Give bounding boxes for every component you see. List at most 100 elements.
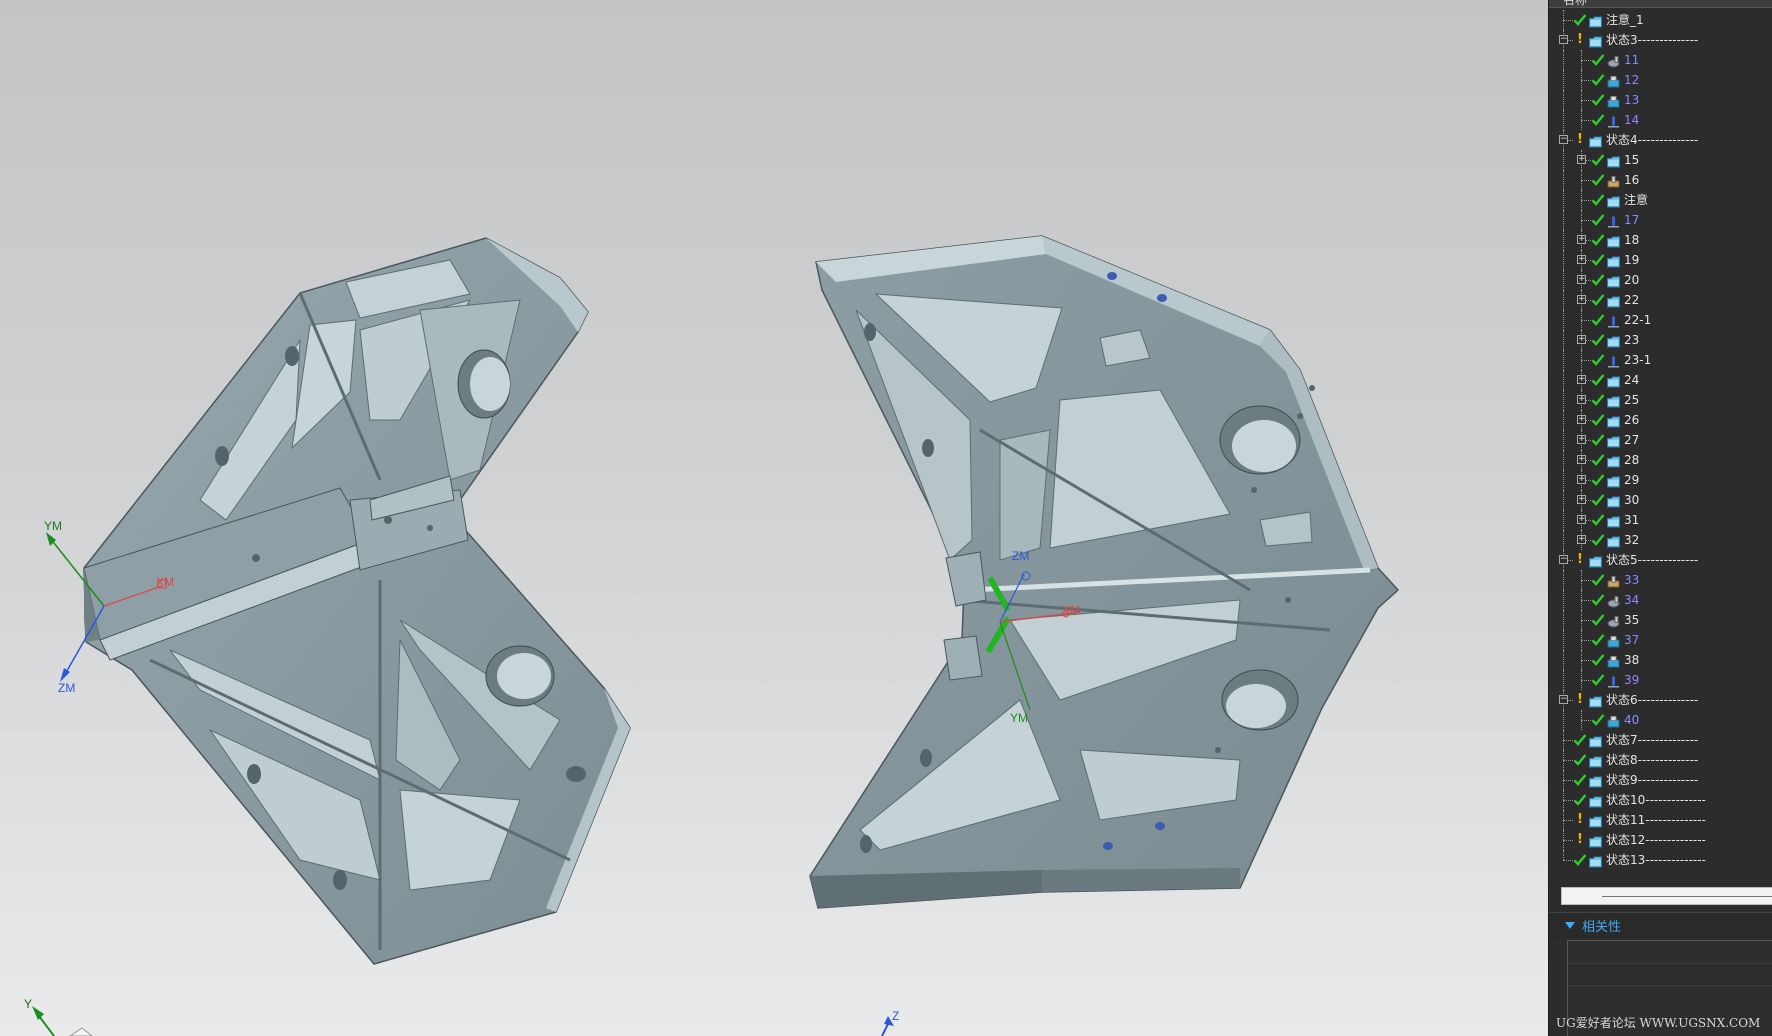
folder-icon	[1607, 294, 1620, 308]
tree-connector	[1581, 580, 1591, 581]
tool-op-icon	[1607, 574, 1620, 588]
tree-row[interactable]: 11	[1549, 50, 1772, 70]
tree-row[interactable]: +29	[1549, 470, 1772, 490]
operation-tree[interactable]: 注意_1 −! 状态3-------------- 11 12 13 14 −! 状态4----…	[1549, 10, 1772, 870]
collapse-triangle-icon[interactable]	[1565, 922, 1575, 929]
tree-row[interactable]: 34	[1549, 590, 1772, 610]
expand-icon[interactable]: +	[1577, 435, 1586, 444]
tree-item-label: 16	[1624, 173, 1640, 187]
tree-row[interactable]: 39	[1549, 670, 1772, 690]
tree-horizontal-scrollbar[interactable]	[1561, 887, 1772, 905]
check-status-icon	[1591, 53, 1605, 67]
tree-row[interactable]: +18	[1549, 230, 1772, 250]
tree-row[interactable]: 40	[1549, 710, 1772, 730]
collapse-icon[interactable]: −	[1559, 695, 1568, 704]
ym-axis-label: YM	[44, 519, 62, 533]
tree-row[interactable]: 38	[1549, 650, 1772, 670]
tree-connector	[1581, 220, 1591, 221]
expand-icon[interactable]: +	[1577, 475, 1586, 484]
expand-icon[interactable]: +	[1577, 375, 1586, 384]
model-scene[interactable]: YM XM ZM ZM XM YM Y Z	[0, 0, 1548, 1036]
machine-op-icon	[1607, 94, 1620, 108]
tree-connector	[1563, 780, 1573, 781]
tree-item-label: 40	[1624, 713, 1640, 727]
tree-row[interactable]: −! 状态3--------------	[1549, 30, 1772, 50]
tree-row[interactable]: 14	[1549, 110, 1772, 130]
expand-icon[interactable]: +	[1577, 515, 1586, 524]
tree-row[interactable]: ! 状态11--------------	[1549, 810, 1772, 830]
tree-connector	[1563, 610, 1564, 630]
check-status-icon	[1591, 613, 1605, 627]
expand-icon[interactable]: +	[1577, 395, 1586, 404]
check-status-icon	[1591, 213, 1605, 227]
expand-icon[interactable]: +	[1577, 415, 1586, 424]
tree-item-label: 29	[1624, 473, 1640, 487]
expand-icon[interactable]: +	[1577, 295, 1586, 304]
tree-row[interactable]: ! 状态12--------------	[1549, 830, 1772, 850]
triad-y-label: Y	[24, 997, 32, 1011]
tree-row[interactable]: 23-1	[1549, 350, 1772, 370]
check-status-icon	[1591, 173, 1605, 187]
tree-row[interactable]: +31	[1549, 510, 1772, 530]
tree-row[interactable]: +28	[1549, 450, 1772, 470]
tree-row[interactable]: 状态8--------------	[1549, 750, 1772, 770]
tree-row[interactable]: 状态13--------------	[1549, 850, 1772, 870]
tree-connector	[1581, 170, 1582, 190]
expand-icon[interactable]: +	[1577, 535, 1586, 544]
tree-row[interactable]: 状态9--------------	[1549, 770, 1772, 790]
collapse-icon[interactable]: −	[1559, 555, 1568, 564]
tree-row[interactable]: +30	[1549, 490, 1772, 510]
tree-connector	[1563, 800, 1573, 801]
tree-row[interactable]: −! 状态6--------------	[1549, 690, 1772, 710]
tree-row[interactable]: +25	[1549, 390, 1772, 410]
collapse-icon[interactable]: −	[1559, 135, 1568, 144]
tree-connector	[1581, 570, 1582, 590]
tree-row[interactable]: 13	[1549, 90, 1772, 110]
expand-icon[interactable]: +	[1577, 155, 1586, 164]
collapse-icon[interactable]: −	[1559, 35, 1568, 44]
tree-row[interactable]: −! 状态4--------------	[1549, 130, 1772, 150]
tree-row[interactable]: +26	[1549, 410, 1772, 430]
tree-connector	[1581, 100, 1591, 101]
expand-icon[interactable]: +	[1577, 255, 1586, 264]
tree-row[interactable]: +22	[1549, 290, 1772, 310]
tree-row[interactable]: −! 状态5--------------	[1549, 550, 1772, 570]
tree-row[interactable]: 17	[1549, 210, 1772, 230]
tree-row[interactable]: 35	[1549, 610, 1772, 630]
folder-icon	[1589, 34, 1602, 48]
dependencies-section-header[interactable]: 相关性	[1549, 912, 1772, 937]
tree-row[interactable]: +32	[1549, 530, 1772, 550]
expand-icon[interactable]: +	[1577, 495, 1586, 504]
expand-icon[interactable]: +	[1577, 455, 1586, 464]
check-status-icon	[1591, 193, 1605, 207]
tree-row[interactable]: +15	[1549, 150, 1772, 170]
graphics-viewport[interactable]: YM XM ZM ZM XM YM Y Z	[0, 0, 1548, 1036]
tree-item-label: 23-1	[1624, 353, 1652, 367]
tree-row[interactable]: 注意	[1549, 190, 1772, 210]
tree-row[interactable]: +23	[1549, 330, 1772, 350]
check-status-icon	[1591, 73, 1605, 87]
tree-row[interactable]: +20	[1549, 270, 1772, 290]
tree-row[interactable]: +19	[1549, 250, 1772, 270]
tree-row[interactable]: 12	[1549, 70, 1772, 90]
tree-row[interactable]: 33	[1549, 570, 1772, 590]
tree-connector	[1563, 710, 1564, 730]
tree-item-label: 注意	[1624, 193, 1649, 207]
expand-icon[interactable]: +	[1577, 335, 1586, 344]
left-bracket-part[interactable]	[83, 237, 631, 965]
tree-row[interactable]: +24	[1549, 370, 1772, 390]
check-status-icon	[1573, 853, 1587, 867]
warning-status-icon: !	[1577, 552, 1583, 567]
tree-row[interactable]: 状态7--------------	[1549, 730, 1772, 750]
expand-icon[interactable]: +	[1577, 235, 1586, 244]
right-bracket-part[interactable]	[809, 235, 1400, 909]
name-column-header[interactable]: 名称	[1549, 0, 1772, 8]
tree-row[interactable]: +27	[1549, 430, 1772, 450]
tree-row[interactable]: 16	[1549, 170, 1772, 190]
tree-row[interactable]: 状态10--------------	[1549, 790, 1772, 810]
tree-connector	[1581, 310, 1582, 330]
tree-row[interactable]: 37	[1549, 630, 1772, 650]
expand-icon[interactable]: +	[1577, 275, 1586, 284]
tree-row[interactable]: 注意_1	[1549, 10, 1772, 30]
tree-row[interactable]: 22-1	[1549, 310, 1772, 330]
